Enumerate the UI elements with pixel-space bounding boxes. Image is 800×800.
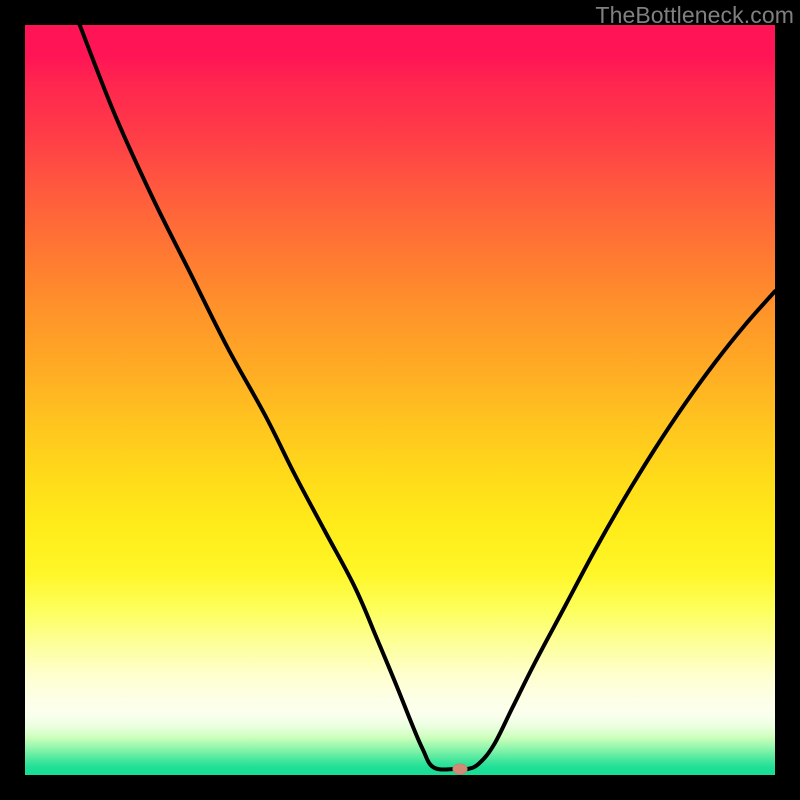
attribution-label: TheBottleneck.com bbox=[595, 2, 794, 29]
bottleneck-curve bbox=[80, 25, 775, 770]
min-marker bbox=[453, 764, 468, 775]
plot-area bbox=[25, 25, 775, 775]
curve-layer bbox=[25, 25, 775, 775]
chart-frame: TheBottleneck.com bbox=[0, 0, 800, 800]
